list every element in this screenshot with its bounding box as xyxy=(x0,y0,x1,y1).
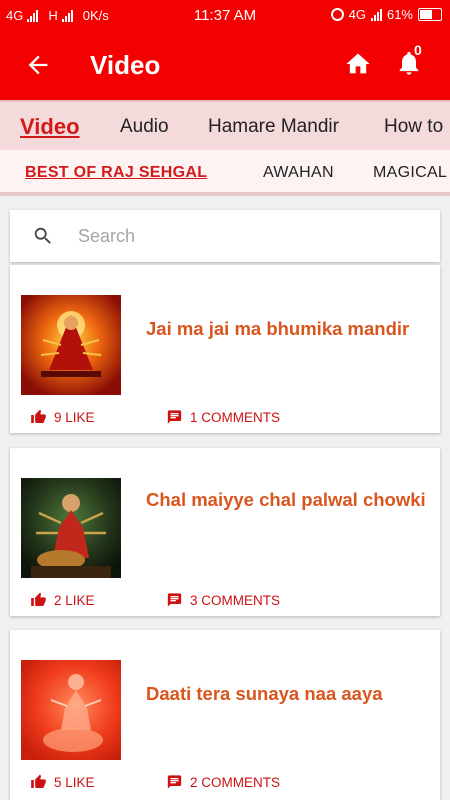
main-tabs: Video Audio Hamare Mandir How to xyxy=(0,100,450,150)
battery-percent: 61% xyxy=(386,7,413,22)
thumbs-up-icon xyxy=(31,592,46,606)
like-count: 9 LIKE xyxy=(54,409,95,425)
video-title[interactable]: Daati tera sunaya naa aaya xyxy=(146,682,431,706)
network-type-right: 4G xyxy=(348,7,366,22)
comments-button[interactable]: 2 COMMENTS xyxy=(166,774,280,790)
subtab-magical[interactable]: MAGICAL xyxy=(373,164,447,182)
signal-icon-3 xyxy=(370,8,382,21)
back-arrow-icon[interactable] xyxy=(24,51,52,79)
comments-button[interactable]: 1 COMMENTS xyxy=(166,409,280,425)
comment-count: 1 COMMENTS xyxy=(190,409,281,425)
like-button[interactable]: 5 LIKE xyxy=(30,774,95,790)
video-title[interactable]: Jai ma jai ma bhumika mandir xyxy=(146,317,431,341)
home-icon[interactable] xyxy=(343,50,373,78)
video-title[interactable]: Chal maiyye chal palwal chowki xyxy=(146,488,431,512)
page-title: Video xyxy=(90,50,161,80)
comment-count: 3 COMMENTS xyxy=(190,592,281,608)
app-bar: Video 0 xyxy=(0,30,450,100)
video-card[interactable]: Jai ma jai ma bhumika mandir 9 LIKE 1 CO… xyxy=(10,265,440,433)
comment-icon xyxy=(167,775,182,789)
video-card[interactable]: Daati tera sunaya naa aaya 5 LIKE 2 COMM… xyxy=(10,630,440,800)
like-button[interactable]: 2 LIKE xyxy=(30,592,95,608)
like-count: 5 LIKE xyxy=(54,774,95,790)
thumbs-up-icon xyxy=(31,409,46,423)
video-thumbnail[interactable] xyxy=(21,478,121,578)
search-input[interactable] xyxy=(78,223,418,249)
status-right: 4G 61% xyxy=(330,7,442,22)
search-icon xyxy=(34,227,51,244)
video-thumbnail[interactable] xyxy=(21,295,121,395)
comment-icon xyxy=(167,410,182,424)
alarm-icon xyxy=(330,8,344,21)
battery-icon xyxy=(418,8,442,21)
notification-count: 0 xyxy=(414,42,422,58)
thumbs-up-icon xyxy=(31,774,46,788)
subtab-best-of-raj-sehgal[interactable]: BEST OF RAJ SEHGAL xyxy=(25,164,207,182)
comments-button[interactable]: 3 COMMENTS xyxy=(166,592,280,608)
subtab-awahan[interactable]: AWAHAN xyxy=(263,164,334,182)
search-bar xyxy=(10,210,440,262)
like-button[interactable]: 9 LIKE xyxy=(30,409,95,425)
status-bar: 4G H 0K/s 11:37 AM 4G 61% xyxy=(0,0,450,30)
comment-icon xyxy=(167,593,182,607)
tab-hamare-mandir[interactable]: Hamare Mandir xyxy=(208,116,339,138)
tab-video[interactable]: Video xyxy=(20,114,80,140)
tab-how-to[interactable]: How to xyxy=(384,116,443,138)
tab-audio[interactable]: Audio xyxy=(120,116,169,138)
category-tabs: BEST OF RAJ SEHGAL AWAHAN MAGICAL xyxy=(0,150,450,196)
video-card[interactable]: Chal maiyye chal palwal chowki 2 LIKE 3 … xyxy=(10,448,440,616)
video-thumbnail[interactable] xyxy=(21,660,121,760)
comment-count: 2 COMMENTS xyxy=(190,774,281,790)
like-count: 2 LIKE xyxy=(54,592,95,608)
